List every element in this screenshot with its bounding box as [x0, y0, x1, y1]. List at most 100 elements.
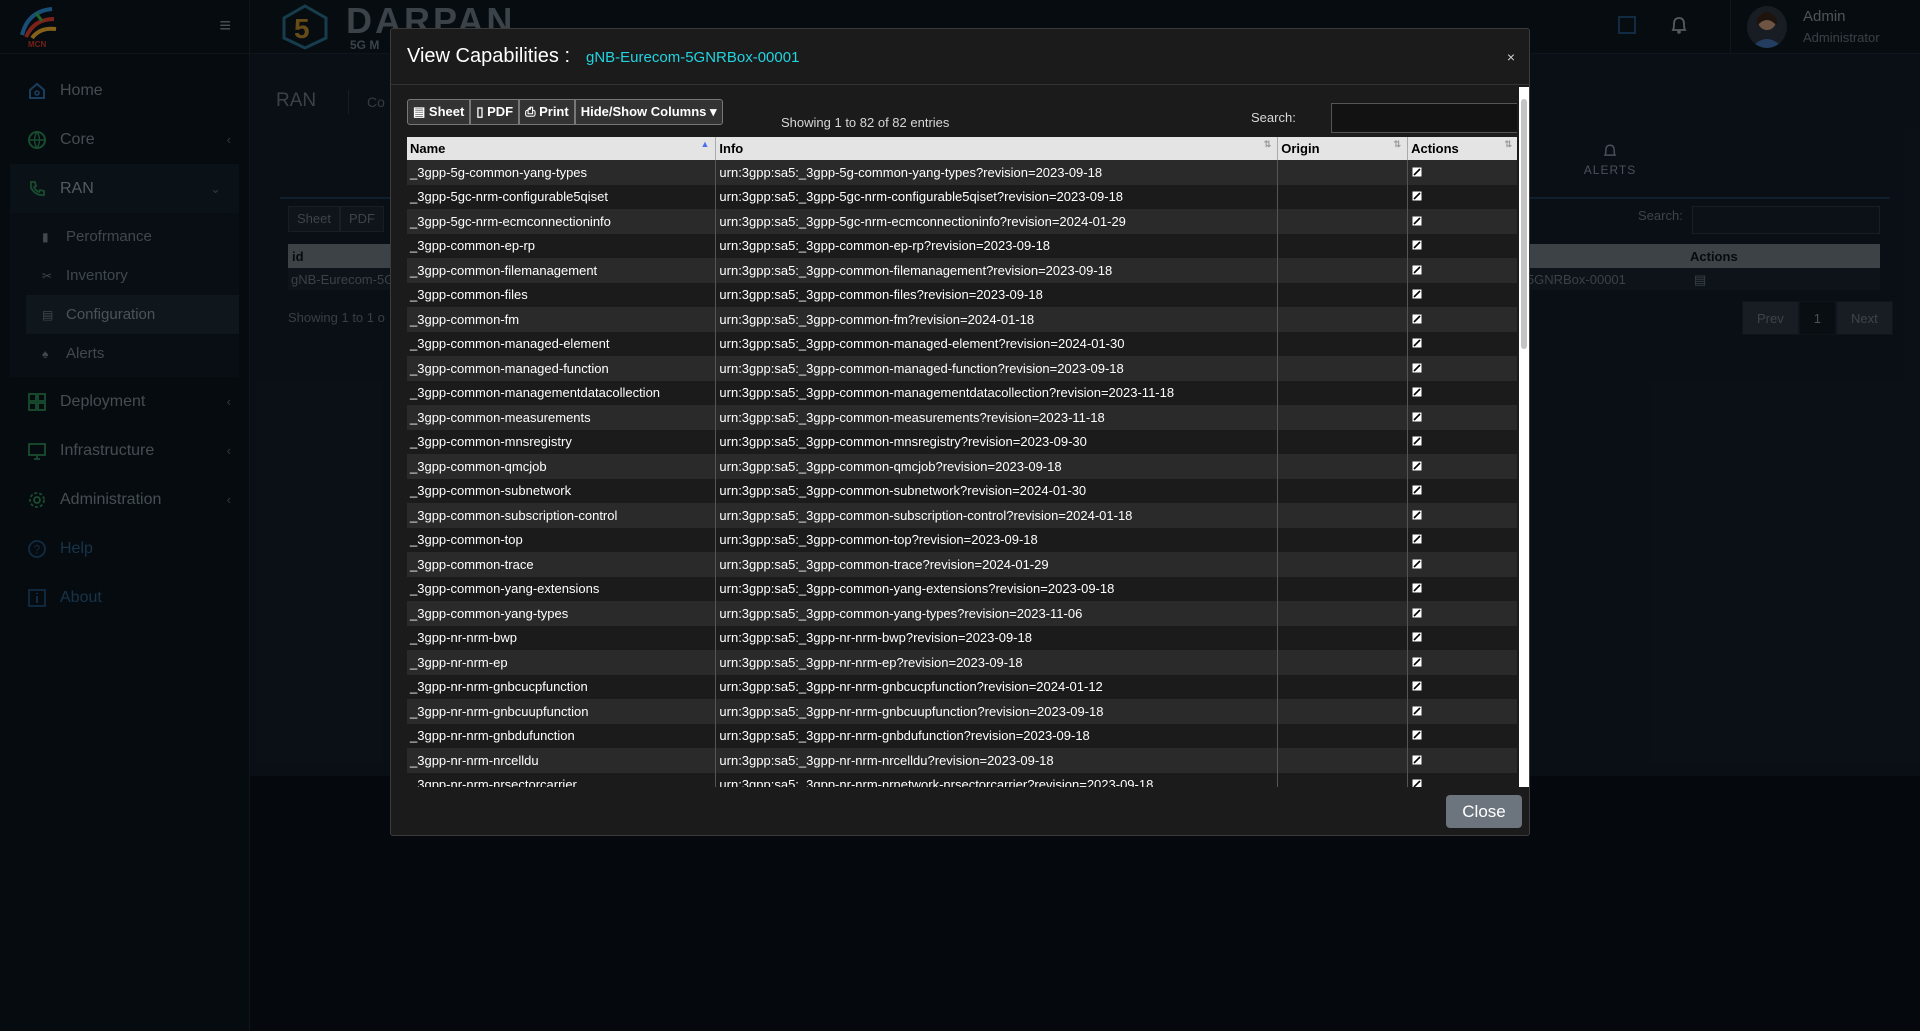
cell-name: _3gpp-common-ep-rp	[407, 233, 717, 258]
modal-body: ▤ Sheet ▯ PDF ⎙ Print Hide/Show Columns …	[407, 87, 1517, 787]
cell-origin	[1277, 258, 1409, 283]
cell-origin	[1277, 380, 1409, 405]
cell-actions	[1407, 184, 1517, 209]
cell-info: urn:3gpp:sa5:_3gpp-nr-nrm-bwp?revision=2…	[715, 625, 1279, 650]
table-row: _3gpp-nr-nrm-nrsectorcarrier urn:3gpp:sa5…	[407, 772, 1517, 787]
cell-name: _3gpp-common-yang-extensions	[407, 576, 717, 601]
cell-name: _3gpp-nr-nrm-gnbcucpfunction	[407, 674, 717, 699]
edit-icon[interactable]	[1412, 287, 1422, 302]
cell-origin	[1277, 748, 1409, 773]
table-row: _3gpp-5gc-nrm-configurable5qiset urn:3gpp…	[407, 184, 1517, 209]
search-input[interactable]	[1331, 103, 1517, 133]
cell-actions	[1407, 699, 1517, 724]
cell-name: _3gpp-5g-common-yang-types	[407, 160, 717, 185]
column-header-info[interactable]: Info ⇅	[715, 137, 1279, 160]
table-row: _3gpp-common-subscription-control urn:3gp…	[407, 503, 1517, 528]
sheet-button[interactable]: ▤ Sheet	[407, 99, 471, 125]
edit-icon[interactable]	[1412, 655, 1422, 670]
cell-actions	[1407, 380, 1517, 405]
edit-icon[interactable]	[1412, 434, 1422, 449]
cell-actions	[1407, 478, 1517, 503]
cell-origin	[1277, 160, 1409, 185]
edit-icon[interactable]	[1412, 557, 1422, 572]
cell-origin	[1277, 527, 1409, 552]
view-capabilities-modal: View Capabilities : gNB-Eurecom-5GNRBox-…	[390, 28, 1530, 836]
cell-origin	[1277, 723, 1409, 748]
column-header-origin[interactable]: Origin ⇅	[1277, 137, 1409, 160]
cell-actions	[1407, 674, 1517, 699]
cell-name: _3gpp-common-measurements	[407, 405, 717, 430]
cell-info: urn:3gpp:sa5:_3gpp-common-top?revision=2…	[715, 527, 1279, 552]
edit-icon[interactable]	[1412, 165, 1422, 180]
table-row: _3gpp-nr-nrm-ep urn:3gpp:sa5:_3gpp-nr-nrm…	[407, 650, 1517, 675]
edit-icon[interactable]	[1412, 630, 1422, 645]
edit-icon[interactable]	[1412, 385, 1422, 400]
table-row: _3gpp-common-ep-rp urn:3gpp:sa5:_3gpp-com…	[407, 233, 1517, 258]
scrollbar-thumb[interactable]	[1521, 99, 1527, 349]
close-button[interactable]: Close	[1446, 795, 1522, 828]
cell-name: _3gpp-nr-nrm-bwp	[407, 625, 717, 650]
edit-icon[interactable]	[1412, 214, 1422, 229]
capabilities-table: Name ▲ Info ⇅ Origin ⇅ Actions ⇅ _3gpp-5g-co…	[407, 137, 1517, 787]
cell-info: urn:3gpp:sa5:_3gpp-nr-nrm-ep?revision=20…	[715, 650, 1279, 675]
edit-icon[interactable]	[1412, 581, 1422, 596]
hide-show-columns-button[interactable]: Hide/Show Columns ▾	[574, 99, 723, 125]
cell-actions	[1407, 527, 1517, 552]
cell-actions	[1407, 650, 1517, 675]
cell-info: urn:3gpp:sa5:_3gpp-common-managed-functi…	[715, 356, 1279, 381]
edit-icon[interactable]	[1412, 679, 1422, 694]
cell-actions	[1407, 454, 1517, 479]
cell-actions	[1407, 233, 1517, 258]
cell-info: urn:3gpp:sa5:_3gpp-common-yang-types?rev…	[715, 601, 1279, 626]
table-row: _3gpp-common-yang-extensions urn:3gpp:sa5…	[407, 576, 1517, 601]
table-row: _3gpp-common-managed-element urn:3gpp:sa5…	[407, 331, 1517, 356]
cell-origin	[1277, 429, 1409, 454]
cell-actions	[1407, 356, 1517, 381]
column-header-actions[interactable]: Actions ⇅	[1407, 137, 1517, 160]
print-button[interactable]: ⎙ Print	[519, 99, 575, 125]
cell-origin	[1277, 650, 1409, 675]
cell-origin	[1277, 772, 1409, 787]
column-header-name[interactable]: Name ▲	[407, 137, 717, 160]
edit-icon[interactable]	[1412, 459, 1422, 474]
entries-info: Showing 1 to 82 of 82 entries	[781, 115, 950, 130]
edit-icon[interactable]	[1412, 238, 1422, 253]
table-row: _3gpp-common-subnetwork urn:3gpp:sa5:_3gp…	[407, 478, 1517, 503]
edit-icon[interactable]	[1412, 410, 1422, 425]
edit-icon[interactable]	[1412, 728, 1422, 743]
cell-actions	[1407, 601, 1517, 626]
cell-info: urn:3gpp:sa5:_3gpp-common-trace?revision…	[715, 552, 1279, 577]
cell-info: urn:3gpp:sa5:_3gpp-common-managementdata…	[715, 380, 1279, 405]
cell-info: urn:3gpp:sa5:_3gpp-nr-nrm-nrcelldu?revis…	[715, 748, 1279, 773]
edit-icon[interactable]	[1412, 704, 1422, 719]
cell-origin	[1277, 331, 1409, 356]
edit-icon[interactable]	[1412, 753, 1422, 768]
cell-info: urn:3gpp:sa5:_3gpp-nr-nrm-gnbcuupfunctio…	[715, 699, 1279, 724]
cell-origin	[1277, 503, 1409, 528]
edit-icon[interactable]	[1412, 361, 1422, 376]
cell-actions	[1407, 772, 1517, 787]
edit-icon[interactable]	[1412, 483, 1422, 498]
edit-icon[interactable]	[1412, 312, 1422, 327]
table-row: _3gpp-common-qmcjob urn:3gpp:sa5:_3gpp-co…	[407, 454, 1517, 479]
edit-icon[interactable]	[1412, 606, 1422, 621]
cell-actions	[1407, 429, 1517, 454]
edit-icon[interactable]	[1412, 336, 1422, 351]
edit-icon[interactable]	[1412, 508, 1422, 523]
close-icon[interactable]: ×	[1507, 49, 1515, 65]
edit-icon[interactable]	[1412, 777, 1422, 787]
edit-icon[interactable]	[1412, 189, 1422, 204]
cell-name: _3gpp-common-yang-types	[407, 601, 717, 626]
button-label: PDF	[487, 104, 514, 119]
pdf-button[interactable]: ▯ PDF	[470, 99, 520, 125]
cell-name: _3gpp-nr-nrm-ep	[407, 650, 717, 675]
cell-name: _3gpp-common-trace	[407, 552, 717, 577]
edit-icon[interactable]	[1412, 263, 1422, 278]
edit-icon[interactable]	[1412, 532, 1422, 547]
table-row: _3gpp-nr-nrm-bwp urn:3gpp:sa5:_3gpp-nr-nr…	[407, 625, 1517, 650]
cell-origin	[1277, 576, 1409, 601]
cell-name: _3gpp-common-managed-element	[407, 331, 717, 356]
table-row: _3gpp-nr-nrm-nrcelldu urn:3gpp:sa5:_3gpp-…	[407, 748, 1517, 773]
table-row: _3gpp-common-top urn:3gpp:sa5:_3gpp-commo…	[407, 527, 1517, 552]
table-toolbar: ▤ Sheet ▯ PDF ⎙ Print Hide/Show Columns …	[407, 99, 723, 125]
